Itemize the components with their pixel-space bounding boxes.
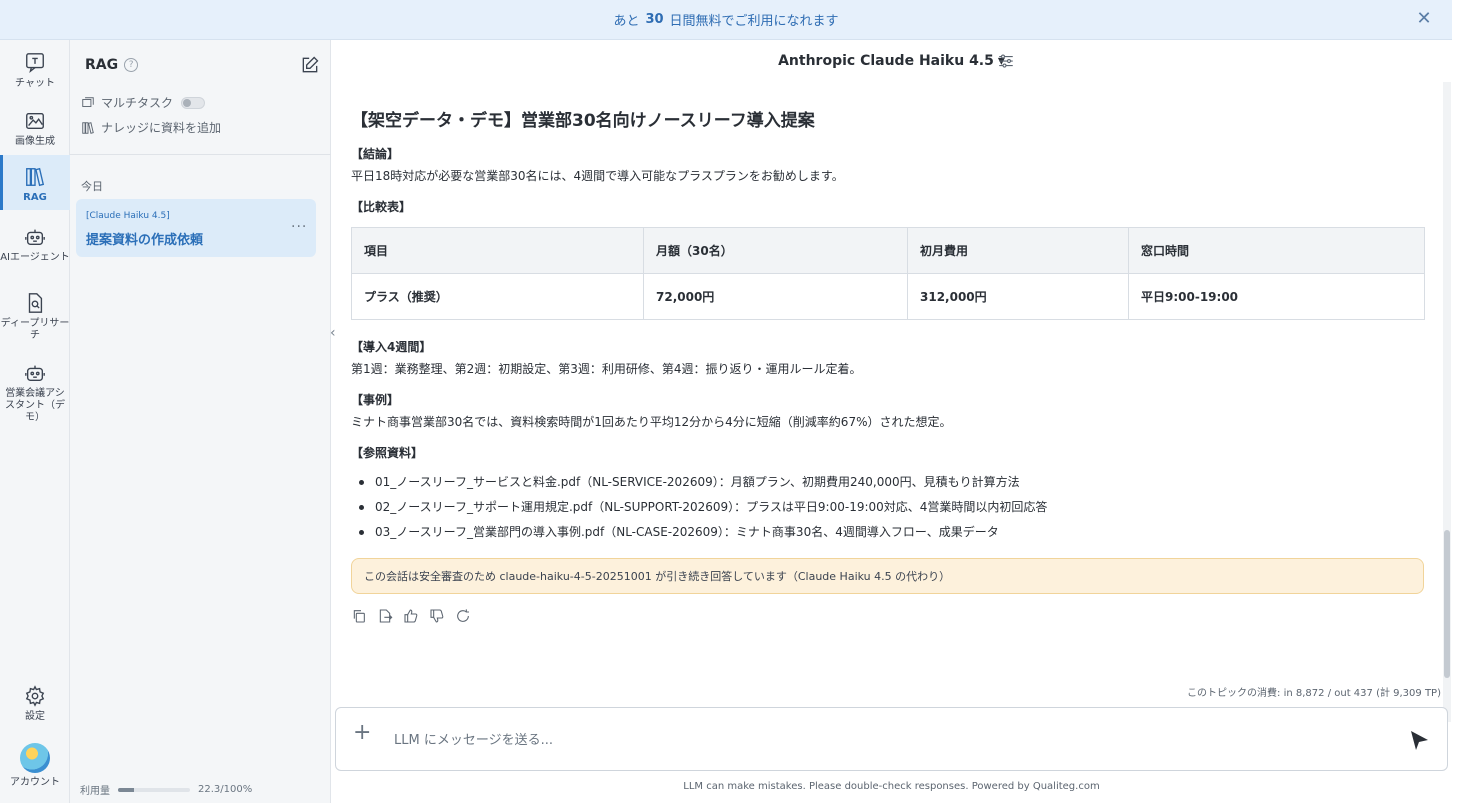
chat-icon: [26, 53, 44, 74]
table-header: 初月費用: [907, 227, 1129, 274]
robot-icon: [25, 365, 45, 382]
banner-days: 30: [645, 12, 664, 27]
rail-item-meeting-assistant[interactable]: 営業会議アシスタント（デモ）: [0, 362, 70, 424]
intro-heading: 【導入4週間】: [351, 340, 432, 354]
table-header: 月額（30名）: [643, 227, 908, 274]
rail-label-agent: AIエージェント: [0, 252, 70, 263]
reference-list: 01_ノースリーフ_サービスと料金.pdf（NL-SERVICE-202609）…: [351, 473, 1425, 548]
banner-suffix: 日間無料でご利用になれます: [669, 14, 839, 29]
usage-value: 22.3/100%: [198, 784, 253, 795]
rail-label-rag: RAG: [23, 192, 47, 203]
rail-label-account: アカウント: [10, 777, 60, 788]
avatar: [20, 743, 50, 773]
model-bar: Anthropic Claude Haiku 4.5 ▾: [331, 40, 1452, 82]
conversation-model: [Claude Haiku 4.5]: [86, 211, 170, 221]
list-item: 01_ノースリーフ_サービスと料金.pdf（NL-SERVICE-202609）…: [351, 473, 1425, 498]
table-cell: 312,000円: [907, 273, 1129, 320]
sidebar-divider: [70, 154, 331, 155]
usage-bar: [118, 787, 190, 792]
thumbs-up-icon[interactable]: [403, 608, 419, 624]
message-input[interactable]: [394, 729, 1374, 751]
notice-text: この会話は安全審査のため claude-haiku-4-5-20251001 が…: [364, 570, 951, 583]
rail-item-deep-research[interactable]: ディープリサーチ: [0, 292, 70, 342]
table-cell: 平日9:00-19:00: [1128, 273, 1425, 320]
conversation-item[interactable]: [Claude Haiku 4.5] 提案資料の作成依頼 ···: [76, 199, 316, 257]
list-item: 03_ノースリーフ_営業部門の導入事例.pdf（NL-CASE-202609）：…: [351, 523, 1425, 548]
case-text: ミナト商事営業部30名では、資料検索時間が1回あたり平均12分から4分に短縮（削…: [351, 415, 952, 429]
message-actions: [351, 608, 1425, 624]
rail-item-agent[interactable]: AIエージェント: [0, 226, 70, 264]
rail-label-chat: チャット: [15, 78, 55, 89]
books-icon: [82, 121, 94, 134]
rail-label-settings: 設定: [25, 711, 45, 722]
main-panel: Anthropic Claude Haiku 4.5 ▾ 【架空データ・デモ】営…: [331, 40, 1452, 803]
rail-item-image[interactable]: 画像生成: [0, 110, 70, 148]
rail-item-settings[interactable]: 設定: [0, 685, 70, 723]
model-selector[interactable]: Anthropic Claude Haiku 4.5 ▾: [778, 53, 1005, 69]
multitask-label: マルチタスク: [101, 96, 174, 110]
sidebar-title-row: RAG ?: [85, 57, 139, 73]
sidebar-title: RAG: [85, 57, 119, 73]
thumbs-down-icon[interactable]: [429, 608, 445, 624]
table-header: 窓口時間: [1128, 227, 1425, 274]
usage-fill: [118, 787, 135, 792]
sliders-icon[interactable]: [997, 52, 1015, 70]
trial-banner: あと 30 日間無料でご利用になれます ✕: [0, 0, 1452, 40]
rail-item-chat[interactable]: チャット: [0, 52, 70, 90]
model-notice: この会話は安全審査のため claude-haiku-4-5-20251001 が…: [351, 558, 1424, 594]
copy-icon[interactable]: [351, 608, 367, 624]
rail-label-image: 画像生成: [15, 136, 55, 147]
image-icon: [26, 112, 44, 130]
model-name: Anthropic Claude Haiku 4.5: [778, 53, 994, 69]
section-today: 今日: [81, 180, 103, 193]
token-usage: このトピックの消費: in 8,872 / out 437 (計 9,309 T…: [1187, 688, 1441, 699]
usage-label: 利用量: [80, 786, 110, 797]
sidebar: RAG ? マルチタスク ナレッジに資料を追加 今日 [Claude Haiku…: [70, 40, 331, 803]
scrollbar-thumb[interactable]: [1444, 530, 1450, 678]
regenerate-icon[interactable]: [455, 608, 471, 624]
banner-prefix: あと: [613, 14, 640, 29]
list-item: 02_ノースリーフ_サポート運用規定.pdf（NL-SUPPORT-202609…: [351, 498, 1425, 523]
rail-label-meeting-assistant: 営業会議アシスタント（デモ）: [5, 388, 65, 423]
rail-label-deep-research: ディープリサーチ: [0, 318, 70, 341]
table-header-row: 項目 月額（30名） 初月費用 窓口時間: [351, 227, 1425, 274]
books-icon: [26, 167, 45, 187]
conclusion-heading: 【結論】: [351, 147, 400, 161]
export-icon[interactable]: [377, 608, 393, 624]
table-header: 項目: [351, 227, 644, 274]
more-icon[interactable]: ···: [291, 219, 307, 235]
gear-icon: [25, 685, 45, 707]
refs-heading: 【参照資料】: [351, 446, 424, 460]
document-search-icon: [28, 293, 43, 313]
add-knowledge-row[interactable]: ナレッジに資料を追加: [81, 119, 221, 136]
multitask-toggle[interactable]: [181, 96, 206, 109]
message-composer: +: [335, 707, 1448, 771]
comparison-table: 項目 月額（30名） 初月費用 窓口時間 プラス（推奨） 72,000円 312…: [351, 227, 1425, 320]
disclaimer: LLM can make mistakes. Please double-che…: [683, 781, 1100, 792]
table-cell: プラス（推奨）: [351, 273, 644, 320]
add-knowledge-label: ナレッジに資料を追加: [101, 121, 222, 135]
send-icon[interactable]: [1407, 728, 1431, 752]
multitask-icon: [82, 96, 94, 107]
multitask-row: マルチタスク: [81, 94, 206, 111]
table-cell: 72,000円: [643, 273, 908, 320]
message-title: 【架空データ・デモ】営業部30名向けノースリーフ導入提案: [351, 111, 815, 131]
usage-meter: 利用量 22.3/100%: [80, 782, 252, 797]
rail-item-rag[interactable]: RAG: [0, 155, 70, 210]
comparison-heading: 【比較表】: [351, 200, 412, 214]
new-chat-icon[interactable]: [300, 55, 320, 75]
case-heading: 【事例】: [351, 393, 400, 407]
help-icon[interactable]: ?: [124, 58, 139, 72]
message-content: 【架空データ・デモ】営業部30名向けノースリーフ導入提案 【結論】 平日18時対…: [351, 106, 1425, 624]
robot-icon: [25, 229, 45, 246]
close-icon[interactable]: ✕: [1414, 9, 1434, 29]
conclusion-text: 平日18時対応が必要な営業部30名には、4週間で導入可能なプラスプランをお勧めし…: [351, 169, 844, 183]
plus-icon[interactable]: +: [353, 722, 371, 744]
conversation-title: 提案資料の作成依頼: [86, 233, 204, 248]
left-rail: チャット 画像生成 RAG AIエージェント ディープリサーチ 営業会議アシスタ…: [0, 40, 70, 803]
table-row: プラス（推奨） 72,000円 312,000円 平日9:00-19:00: [351, 273, 1425, 320]
rail-item-account[interactable]: アカウント: [0, 743, 70, 789]
intro-text: 第1週：業務整理、第2週：初期設定、第3週：利用研修、第4週：振り返り・運用ルー…: [351, 362, 862, 376]
